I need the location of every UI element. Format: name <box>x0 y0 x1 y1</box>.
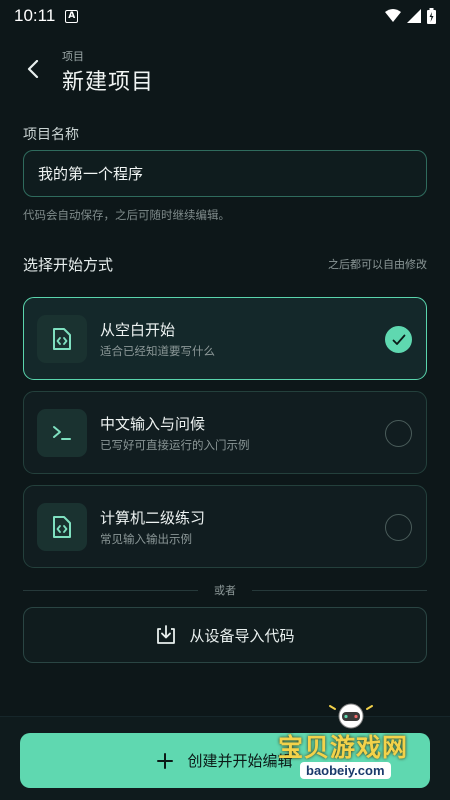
option-title: 计算机二级练习 <box>100 509 206 527</box>
status-time: 10:11 <box>14 6 56 25</box>
option-title: 从空白开始 <box>100 321 176 339</box>
option-chinese-greeting[interactable]: 中文输入与问候 已写好可直接运行的入门示例 <box>23 391 427 474</box>
code-file-icon <box>37 503 87 551</box>
option-subtitle: 适合已经知道要写什么 <box>100 344 215 358</box>
option-subtitle: 已写好可直接运行的入门示例 <box>100 438 250 452</box>
autosave-hint: 代码会自动保存，之后可随时继续编辑。 <box>23 208 230 222</box>
watermark-text: 宝贝游戏网 <box>278 733 409 762</box>
divider-line <box>252 589 427 591</box>
status-bar: 10:11 A <box>0 0 450 32</box>
radio-unselected[interactable] <box>385 514 412 541</box>
start-mode-title: 选择开始方式 <box>23 256 114 274</box>
option-title: 中文输入与问候 <box>100 415 206 433</box>
divider-text: 或者 <box>214 584 236 597</box>
signal-icon <box>407 9 421 23</box>
download-icon <box>157 625 176 644</box>
project-name-label: 项目名称 <box>23 127 79 143</box>
option-exam-practice[interactable]: 计算机二级练习 常见输入输出示例 <box>23 485 427 568</box>
notification-icon: A <box>65 9 79 23</box>
status-icons <box>385 8 436 24</box>
code-file-icon <box>37 315 87 363</box>
divider-line <box>23 589 198 591</box>
watermark-url: baobeiy.com <box>300 762 391 779</box>
project-name-input[interactable] <box>23 150 427 197</box>
import-code-button[interactable]: 从设备导入代码 <box>23 607 427 663</box>
check-icon <box>392 334 405 345</box>
battery-icon <box>427 8 436 24</box>
import-label: 从设备导入代码 <box>189 626 295 645</box>
create-label: 创建并开始编辑 <box>187 752 293 770</box>
watermark-logo: 宝贝游戏网 baobeiy.com <box>278 700 438 795</box>
wifi-icon <box>385 9 401 22</box>
back-button[interactable] <box>20 56 46 82</box>
plus-icon <box>157 752 174 769</box>
terminal-icon <box>37 409 87 457</box>
or-divider: 或者 <box>23 581 427 599</box>
start-mode-note: 之后都可以自由修改 <box>328 258 427 271</box>
chevron-left-icon <box>27 60 39 78</box>
page-title: 新建项目 <box>62 70 155 95</box>
option-subtitle: 常见输入输出示例 <box>100 532 192 546</box>
radio-unselected[interactable] <box>385 420 412 447</box>
header: 项目 新建项目 <box>0 44 450 95</box>
breadcrumb: 项目 <box>62 50 84 63</box>
option-blank[interactable]: 从空白开始 适合已经知道要写什么 <box>23 297 427 380</box>
radio-selected[interactable] <box>385 326 412 353</box>
